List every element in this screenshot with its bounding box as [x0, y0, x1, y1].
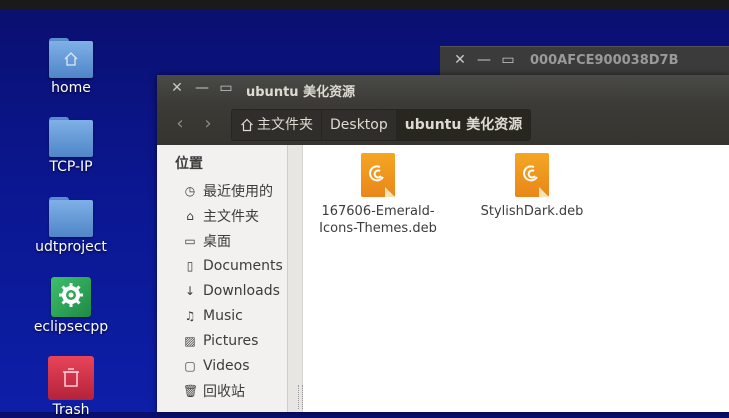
title-bar[interactable]: ✕ — ▭ ubuntu 美化资源	[157, 75, 729, 103]
window-title: ubuntu 美化资源	[246, 85, 356, 100]
sidebar-item-downloads[interactable]: ↓ Downloads	[183, 280, 280, 302]
window-title: 000AFCE900038D7B	[530, 53, 679, 68]
minimize-icon[interactable]: —	[476, 52, 492, 68]
background-window[interactable]: ✕ — ▭ 000AFCE900038D7B	[440, 46, 729, 75]
file-manager-window: ✕ — ▭ ubuntu 美化资源 ‹ › 主文件夹 Desktop ubunt…	[157, 75, 729, 412]
sidebar-item-pictures[interactable]: ▨ Pictures	[183, 330, 258, 352]
sidebar-item-label: 桌面	[203, 234, 231, 250]
debian-package-icon	[515, 153, 549, 197]
file-item[interactable]: StylishDark.deb	[467, 153, 597, 220]
folder-icon	[49, 197, 93, 237]
back-button[interactable]: ‹	[167, 111, 193, 137]
picture-icon: ▨	[184, 334, 196, 348]
sidebar-heading: 位置	[175, 156, 203, 172]
clock-icon: ◷	[184, 184, 196, 198]
desktop-icon-label: udtproject	[35, 239, 107, 255]
sidebar-item-recent[interactable]: ◷ 最近使用的	[183, 180, 273, 202]
debian-package-icon	[361, 153, 395, 197]
sidebar-item-label: Documents	[203, 258, 283, 274]
close-icon[interactable]: ✕	[452, 52, 468, 68]
eclipse-gear-icon	[51, 277, 91, 317]
music-icon: ♫	[184, 309, 196, 323]
home-icon	[241, 118, 253, 132]
places-sidebar: 位置 ◷ 最近使用的 ⌂ 主文件夹 ▭ 桌面 ▯ Documents ↓ Dow…	[157, 145, 288, 412]
desktop-icon-label: eclipsecpp	[33, 319, 109, 335]
sidebar-item-label: Music	[203, 308, 243, 324]
breadcrumb: 主文件夹 Desktop ubuntu 美化资源	[231, 109, 532, 141]
video-icon: ▢	[184, 359, 196, 373]
top-panel	[0, 0, 729, 10]
breadcrumb-label: 主文件夹	[257, 117, 313, 133]
sidebar-item-label: 回收站	[203, 384, 245, 400]
maximize-icon[interactable]: ▭	[218, 80, 234, 96]
breadcrumb-home[interactable]: 主文件夹	[232, 110, 322, 140]
sidebar-item-desktop[interactable]: ▭ 桌面	[183, 230, 231, 252]
sidebar-item-label: Pictures	[203, 333, 259, 349]
desktop-icon-eclipsecpp[interactable]: eclipsecpp	[28, 277, 114, 335]
desktop-icon-label: TCP-IP	[49, 159, 93, 175]
document-icon: ▯	[186, 259, 194, 273]
breadcrumb-label: Desktop	[330, 117, 388, 133]
sidebar-scrollbar[interactable]	[288, 145, 303, 412]
home-icon: ⌂	[186, 209, 194, 223]
sidebar-item-videos[interactable]: ▢ Videos	[183, 355, 250, 377]
desktop-icon-tcp-ip[interactable]: TCP-IP	[28, 117, 114, 175]
toolbar: ‹ › 主文件夹 Desktop ubuntu 美化资源	[157, 103, 729, 145]
sidebar-item-label: Downloads	[203, 283, 280, 299]
breadcrumb-label: ubuntu 美化资源	[404, 117, 523, 133]
desktop-icon-label: home	[51, 80, 91, 96]
download-icon: ↓	[184, 284, 196, 298]
sidebar-item-trash[interactable]: 🗑 回收站	[183, 380, 245, 402]
breadcrumb-current[interactable]: ubuntu 美化资源	[396, 110, 531, 140]
sidebar-item-documents[interactable]: ▯ Documents	[183, 255, 283, 277]
desktop-icon-udtproject[interactable]: udtproject	[28, 197, 114, 255]
sidebar-item-label: 主文件夹	[203, 209, 259, 225]
forward-button[interactable]: ›	[195, 111, 221, 137]
file-item[interactable]: 167606-Emerald-Icons-Themes.deb	[313, 153, 443, 237]
breadcrumb-desktop[interactable]: Desktop	[322, 110, 397, 140]
sidebar-item-music[interactable]: ♫ Music	[183, 305, 243, 327]
close-icon[interactable]: ✕	[169, 80, 185, 96]
trash-icon: 🗑	[183, 384, 199, 398]
file-view: 167606-Emerald-Icons-Themes.deb StylishD…	[303, 145, 729, 412]
sidebar-item-label: 最近使用的	[203, 184, 273, 200]
desktop-icon-label: Trash	[52, 402, 90, 418]
folder-icon	[49, 117, 93, 157]
sidebar-item-label: Videos	[203, 358, 250, 374]
desktop-icon: ▭	[184, 234, 196, 248]
home-folder-icon	[49, 38, 93, 78]
file-name: StylishDark.deb	[480, 204, 584, 219]
desktop-icon-trash[interactable]: Trash	[28, 356, 114, 418]
desktop-icon-home[interactable]: home	[28, 38, 114, 96]
maximize-icon[interactable]: ▭	[500, 52, 516, 68]
sidebar-item-home[interactable]: ⌂ 主文件夹	[183, 205, 259, 227]
file-name: 167606-Emerald-Icons-Themes.deb	[319, 204, 437, 236]
trash-icon	[48, 356, 94, 400]
minimize-icon[interactable]: —	[194, 80, 210, 96]
